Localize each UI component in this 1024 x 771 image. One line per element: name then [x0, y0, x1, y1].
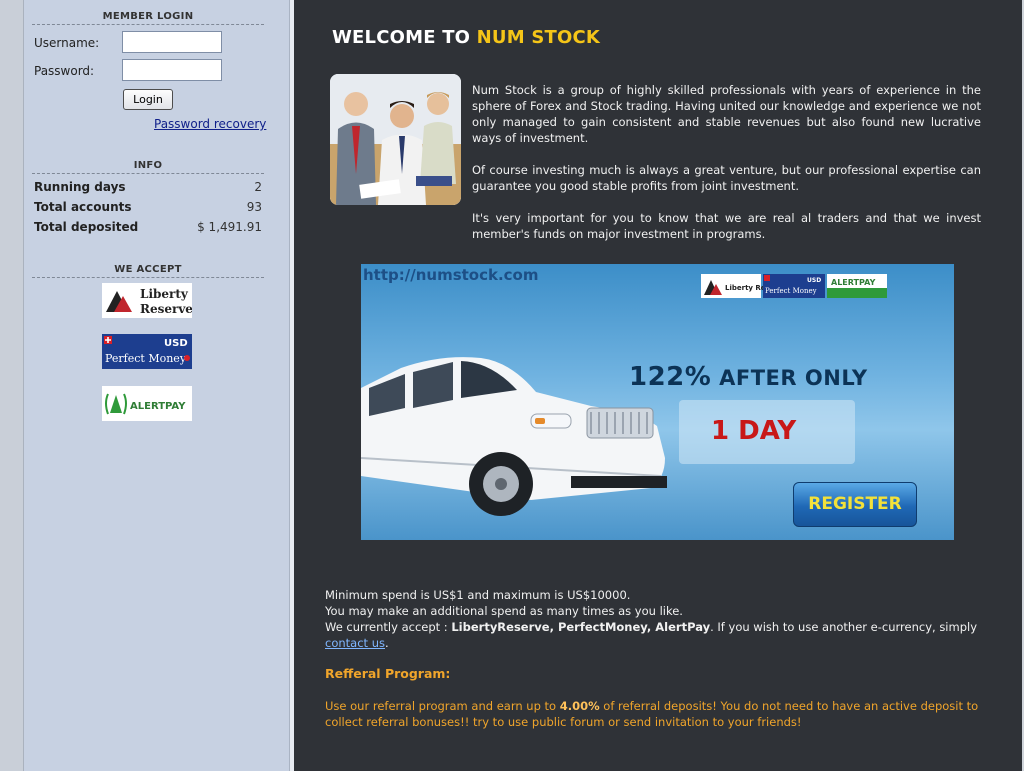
details-line: Minimum spend is US$1 and maximum is US$… [325, 588, 631, 602]
details-accept-suffix: . If you wish to use another e-currency,… [710, 620, 978, 634]
intro-paragraph: Num Stock is a group of highly skilled p… [472, 83, 981, 145]
banner-payment-logos: Liberty Reserve USD Perfect Money ALERTP… [701, 274, 887, 298]
intro-text: Num Stock is a group of highly skilled p… [472, 82, 981, 258]
banner-percent: 122% [629, 362, 712, 392]
intro-paragraph: It's very important for you to know that… [472, 211, 981, 241]
perfect-money-logo: USD Perfect Money [102, 334, 192, 369]
info-label: Running days [34, 180, 126, 194]
intro-paragraph: Of course investing much is always a gre… [472, 163, 981, 193]
pm-text: Perfect Money [105, 352, 187, 365]
banner-duration: 1 DAY [711, 416, 797, 446]
pm-usd: USD [164, 338, 188, 349]
info-row-running-days: Running days 2 [34, 180, 262, 198]
banner-headline: 122% AFTER ONLY [629, 362, 868, 392]
details-line: You may make an additional spend as many… [325, 604, 683, 618]
info-title: INFO [32, 160, 264, 174]
lr-line2: Reserve [140, 302, 192, 316]
deposit-details: Minimum spend is US$1 and maximum is US$… [325, 587, 985, 651]
info-label: Total accounts [34, 200, 132, 214]
login-button[interactable]: Login [123, 89, 173, 110]
info-value: 93 [246, 200, 262, 214]
limousine-image [361, 357, 667, 516]
banner-logo-ap: ALERTPAY [831, 278, 876, 287]
password-input[interactable] [122, 59, 222, 81]
password-label: Password: [34, 64, 95, 78]
details-period: . [384, 636, 389, 650]
banner-logo-pm: Perfect Money [765, 287, 817, 295]
welcome-heading: WELCOME TO NUM STOCK [332, 27, 600, 48]
banner-logo-pm-usd: USD [807, 277, 821, 284]
banner-url: http://numstock.com [363, 266, 539, 284]
window-left-frame [0, 0, 24, 771]
banner-after-only: AFTER ONLY [711, 366, 868, 390]
promo-banner[interactable]: http://numstock.com Liberty Reserve USD … [361, 264, 954, 540]
welcome-prefix: WELCOME TO [332, 27, 477, 48]
details-line: We currently accept : LibertyReserve, Pe… [325, 619, 985, 635]
we-accept-title: WE ACCEPT [32, 264, 264, 278]
team-photo [330, 74, 461, 205]
sidebar: MEMBER LOGIN Username: Password: Login P… [24, 0, 290, 771]
info-row-total-deposited: Total deposited $ 1,491.91 [34, 220, 262, 238]
welcome-brand: NUM STOCK [476, 27, 601, 48]
lr-line1: Liberty [140, 287, 189, 301]
password-recovery-link[interactable]: Password recovery [154, 117, 266, 131]
main-content: WELCOME TO NUM STOCK Num Stock is a grou… [294, 0, 1022, 771]
referral-title: Refferal Program: [325, 666, 451, 681]
ap-text: ALERTPAY [130, 401, 186, 412]
username-label: Username: [34, 36, 100, 50]
alertpay-logo: ALERTPAY [102, 386, 192, 421]
info-value: $ 1,491.91 [197, 220, 262, 234]
register-button[interactable]: REGISTER [793, 482, 917, 527]
referral-text: Use our referral program and earn up to … [325, 698, 990, 730]
details-line: contact us. [325, 635, 985, 651]
referral-percent: 4.00% [559, 699, 600, 713]
info-label: Total deposited [34, 220, 139, 234]
username-input[interactable] [122, 31, 222, 53]
referral-prefix: Use our referral program and earn up to [325, 699, 560, 713]
info-row-total-accounts: Total accounts 93 [34, 200, 262, 218]
member-login-title: MEMBER LOGIN [32, 11, 264, 25]
details-accept-prefix: We currently accept : [325, 620, 452, 634]
details-accept-currencies: LibertyReserve, PerfectMoney, AlertPay [451, 620, 711, 634]
info-value: 2 [254, 180, 262, 194]
liberty-reserve-logo: Liberty Reserve [102, 283, 192, 318]
contact-us-link[interactable]: contact us [325, 636, 385, 650]
